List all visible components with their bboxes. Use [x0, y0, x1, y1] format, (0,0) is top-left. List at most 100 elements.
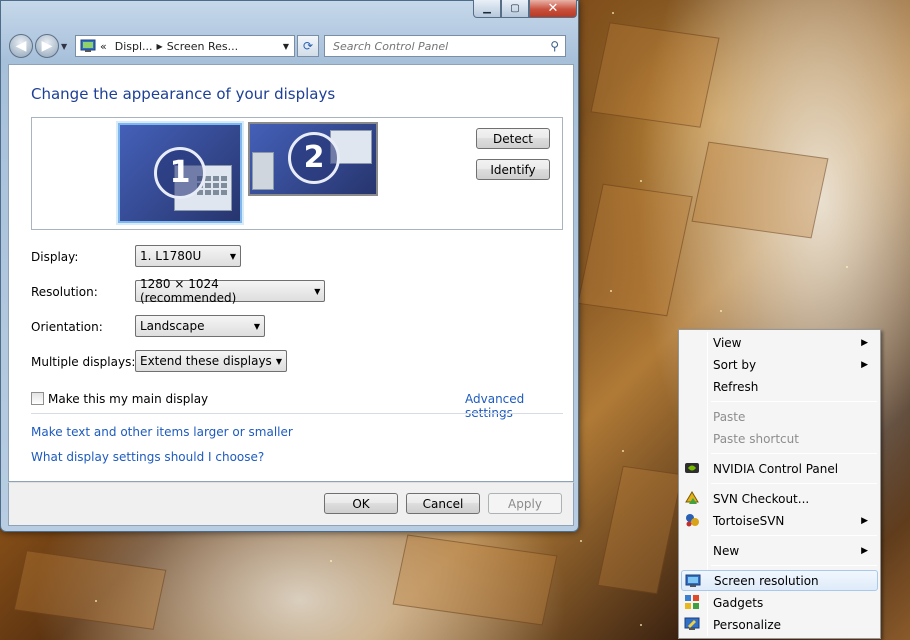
menu-item-view[interactable]: View ▶	[681, 332, 878, 353]
menu-item-label: Paste shortcut	[713, 431, 799, 446]
personalize-icon	[684, 616, 700, 632]
multiple-displays-select[interactable]: Extend these displays ▼	[135, 350, 287, 372]
control-panel-icon	[80, 39, 96, 52]
menu-separator	[711, 401, 877, 402]
monitor-1-number: 1	[154, 147, 206, 199]
breadcrumb-screen-resolution[interactable]: Screen Res...	[167, 40, 238, 53]
tortoisesvn-icon	[684, 512, 700, 528]
screen-resolution-window: ▁ ▢ ✕ ◀ ▶ ▼ « Displ... ▶ Screen Res... ▼…	[0, 0, 579, 532]
breadcrumb-separator-icon: ▶	[156, 41, 163, 51]
menu-item-sort-by[interactable]: Sort by ▶	[681, 354, 878, 375]
display-help-link[interactable]: What display settings should I choose?	[31, 450, 264, 464]
orientation-label: Orientation:	[31, 320, 103, 334]
desktop-context-menu: View ▶ Sort by ▶ Refresh Paste Paste sho…	[678, 329, 881, 639]
divider	[31, 413, 563, 414]
chevron-down-icon: ▼	[314, 286, 321, 296]
main-display-checkbox[interactable]	[31, 392, 44, 405]
back-button[interactable]: ◀	[9, 34, 33, 58]
menu-item-nvidia-control-panel[interactable]: NVIDIA Control Panel	[681, 458, 878, 479]
chevron-down-icon: ▼	[61, 41, 68, 51]
menu-item-label: Personalize	[713, 617, 782, 632]
close-button[interactable]: ✕	[529, 0, 577, 18]
search-input[interactable]	[331, 38, 541, 54]
menu-item-screen-resolution[interactable]: Screen resolution	[681, 570, 878, 591]
menu-item-label: Sort by	[713, 357, 757, 372]
menu-item-personalize[interactable]: Personalize	[681, 614, 878, 635]
close-icon: ✕	[547, 1, 559, 16]
main-display-label[interactable]: Make this my main display	[48, 392, 208, 406]
cancel-button[interactable]: Cancel	[406, 493, 480, 514]
maximize-button[interactable]: ▢	[501, 0, 529, 18]
submenu-arrow-icon: ▶	[861, 359, 868, 370]
wallpaper-panel	[597, 465, 683, 595]
resolution-select-value: 1280 × 1024 (recommended)	[140, 277, 237, 305]
search-icon[interactable]: ⚲	[550, 39, 559, 53]
resolution-select[interactable]: 1280 × 1024 (recommended) ▼	[135, 277, 325, 305]
minimize-button[interactable]: ▁	[473, 0, 501, 18]
monitor-1[interactable]: 1	[118, 123, 242, 223]
text-size-link[interactable]: Make text and other items larger or smal…	[31, 425, 293, 439]
menu-item-label: Screen resolution	[714, 573, 819, 588]
nvidia-icon	[684, 460, 700, 476]
chevron-down-icon: ▼	[229, 251, 237, 261]
identify-button[interactable]: Identify	[476, 159, 550, 180]
menu-separator	[711, 535, 877, 536]
menu-item-tortoisesvn[interactable]: TortoiseSVN ▶	[681, 510, 878, 531]
apply-button[interactable]: Apply	[488, 493, 562, 514]
ok-button[interactable]: OK	[324, 493, 398, 514]
address-dropdown-icon[interactable]: ▼	[278, 42, 294, 51]
breadcrumb-display[interactable]: Displ...	[115, 40, 153, 53]
monitor-arrangement: 1 2 Detect Identify	[31, 117, 563, 230]
orientation-select-value: Landscape	[140, 319, 205, 333]
menu-separator	[711, 565, 877, 566]
monitor-2-sidebar-icon	[252, 152, 274, 190]
menu-item-paste-shortcut[interactable]: Paste shortcut	[681, 428, 878, 449]
menu-item-refresh[interactable]: Refresh	[681, 376, 878, 397]
submenu-arrow-icon: ▶	[861, 337, 868, 348]
back-arrow-icon: ◀	[15, 38, 27, 54]
submenu-arrow-icon: ▶	[861, 545, 868, 556]
screen-resolution-icon	[685, 573, 701, 589]
advanced-settings-link[interactable]: Advanced settings	[465, 392, 573, 420]
forward-button[interactable]: ▶	[35, 34, 59, 58]
menu-item-paste[interactable]: Paste	[681, 406, 878, 427]
wallpaper-panel	[392, 534, 558, 626]
wallpaper-panel	[577, 183, 693, 317]
menu-separator	[711, 483, 877, 484]
refresh-button[interactable]: ⟳	[297, 35, 319, 57]
menu-item-label: View	[713, 335, 742, 350]
orientation-select[interactable]: Landscape ▼	[135, 315, 265, 337]
content-panel: Change the appearance of your displays 1…	[8, 64, 574, 482]
forward-arrow-icon: ▶	[41, 38, 53, 54]
address-bar[interactable]: « Displ... ▶ Screen Res... ▼	[75, 35, 295, 57]
menu-item-svn-checkout[interactable]: SVN Checkout...	[681, 488, 878, 509]
dialog-footer: OK Cancel Apply	[8, 482, 574, 526]
multiple-displays-label: Multiple displays:	[31, 355, 136, 369]
display-select[interactable]: 1. L1780U ▼	[135, 245, 241, 267]
maximize-icon: ▢	[510, 3, 520, 14]
menu-item-label: Refresh	[713, 379, 759, 394]
menu-item-label: Paste	[713, 409, 746, 424]
recent-pages-dropdown[interactable]: ▼	[61, 42, 71, 51]
menu-item-label: New	[713, 543, 740, 558]
breadcrumb-overflow[interactable]: «	[100, 40, 107, 53]
monitor-2[interactable]: 2	[248, 122, 378, 196]
menu-item-label: TortoiseSVN	[713, 513, 785, 528]
submenu-arrow-icon: ▶	[861, 515, 868, 526]
minimize-icon: ▁	[483, 3, 491, 14]
menu-item-new[interactable]: New ▶	[681, 540, 878, 561]
search-box[interactable]: ⚲	[324, 35, 566, 57]
detect-button[interactable]: Detect	[476, 128, 550, 149]
resolution-label: Resolution:	[31, 285, 98, 299]
menu-item-label: SVN Checkout...	[713, 491, 810, 506]
menu-item-label: Gadgets	[713, 595, 764, 610]
chevron-down-icon: ▼	[275, 356, 283, 366]
gadgets-icon	[684, 594, 700, 610]
display-select-value: 1. L1780U	[140, 249, 202, 263]
svn-checkout-icon	[684, 490, 700, 506]
multiple-displays-select-value: Extend these displays	[140, 354, 272, 368]
wallpaper-panel	[691, 141, 829, 239]
menu-item-gadgets[interactable]: Gadgets	[681, 592, 878, 613]
page-title: Change the appearance of your displays	[31, 85, 336, 103]
menu-item-label: NVIDIA Control Panel	[713, 461, 839, 476]
